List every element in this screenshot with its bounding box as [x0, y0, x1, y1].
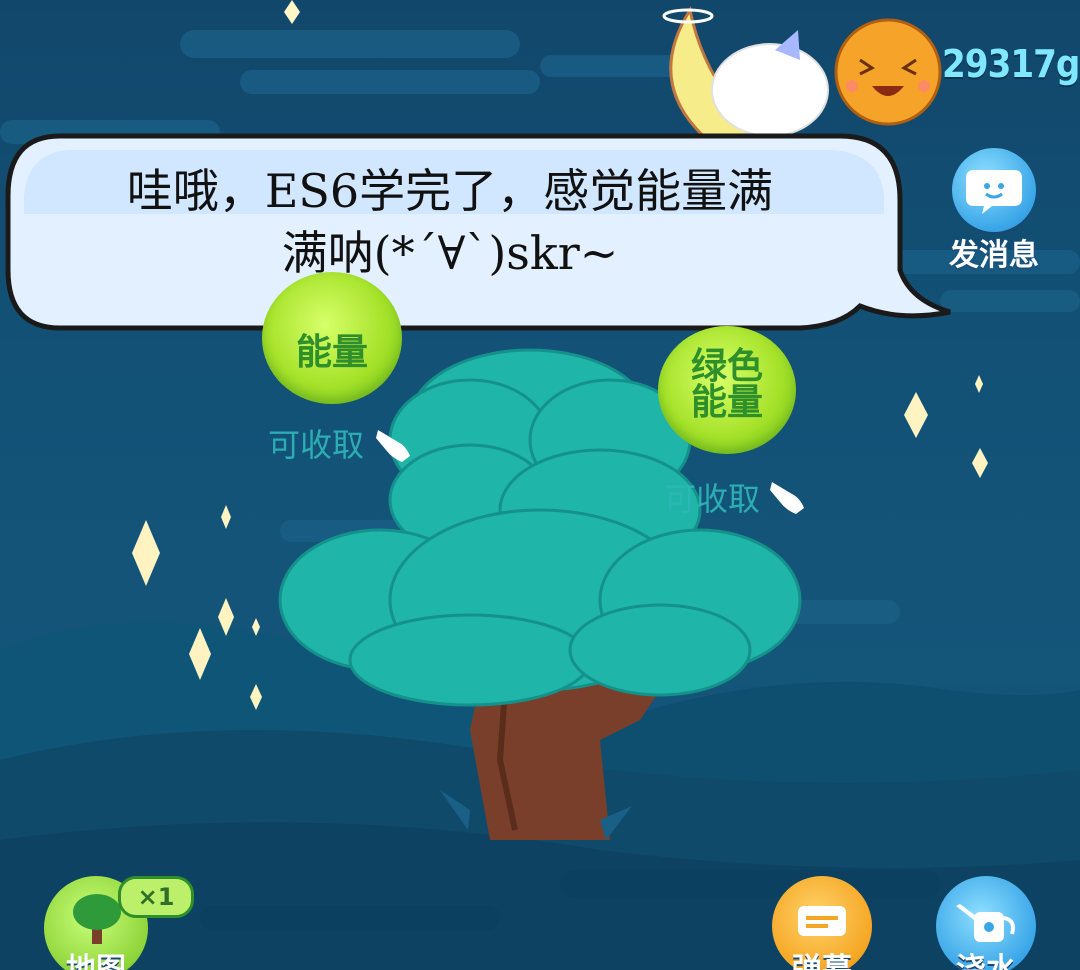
speech-line-2: 满呐(*´∀`)skr~	[281, 226, 619, 280]
send-message-label: 发消息	[949, 238, 1039, 273]
energy-ball-1[interactable]: 能量	[262, 272, 402, 404]
hand-icon	[376, 430, 410, 462]
send-message-button[interactable]: 发消息	[944, 148, 1044, 273]
water-label: 浇水	[956, 952, 1016, 970]
energy-ball-1-label-2: 能量	[295, 332, 368, 373]
speech-line-1: 哇哦，ES6学完了，感觉能量满	[126, 164, 774, 218]
chat-icon	[952, 148, 1036, 232]
energy-ball-1-status: 可收取	[268, 426, 365, 464]
danmaku-label: 弹幕	[792, 952, 852, 970]
energy-ball-2-status: 可收取	[664, 480, 761, 518]
speech-bubble	[5, 133, 951, 331]
forest-scene: 哇哦，ES6学完了，感觉能量满 满呐(*´∀`)skr~ 29317g 发消息 …	[0, 0, 1080, 970]
energy-ball-2-label-2: 能量	[690, 382, 763, 423]
energy-ball-2[interactable]: 绿色 能量	[658, 326, 796, 454]
energy-ball-2-label-1: 绿色	[690, 346, 763, 387]
map-count-badge: ×1	[118, 876, 194, 918]
energy-weight: 29317g	[942, 42, 1080, 86]
map-label: 地图	[66, 952, 126, 970]
hand-icon	[770, 482, 804, 514]
speech-bubble-text: 哇哦，ES6学完了，感觉能量满 满呐(*´∀`)skr~	[40, 160, 860, 284]
